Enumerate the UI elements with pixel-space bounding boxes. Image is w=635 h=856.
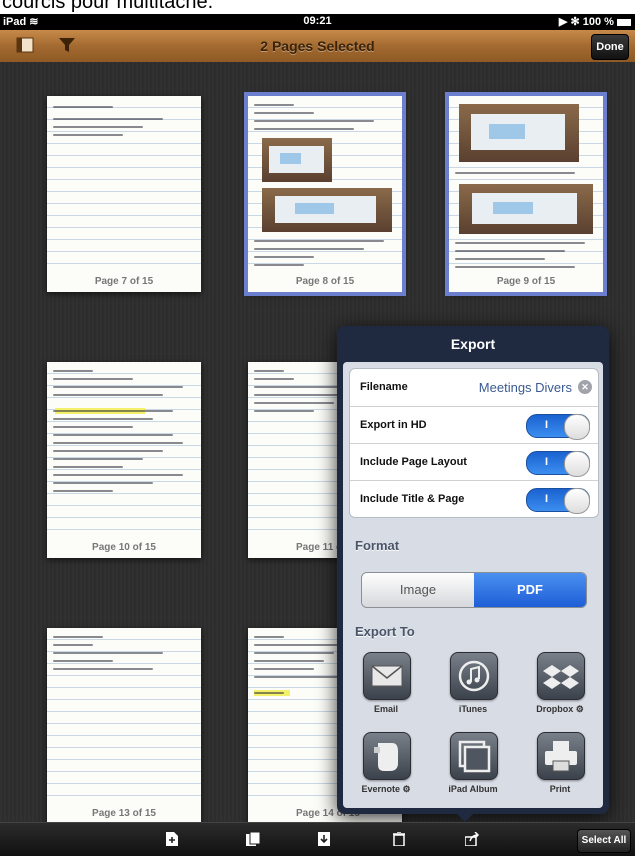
clear-icon[interactable]: ✕	[578, 380, 592, 394]
battery-percent: 100 %	[582, 16, 614, 28]
export-title: Export	[450, 336, 496, 352]
tile-label: Dropbox ⚙	[536, 704, 584, 714]
export-hd-row: Export in HD I	[350, 406, 598, 444]
format-header: Format	[355, 538, 400, 553]
battery-icon	[617, 18, 631, 26]
gear-icon[interactable]: ⚙	[576, 704, 584, 714]
tile-label: iPad Album	[448, 784, 498, 794]
page-label: Page 7 of 15	[47, 275, 201, 288]
done-button[interactable]: Done	[591, 34, 629, 60]
include-title-toggle[interactable]: I	[526, 488, 590, 514]
page-label: Page 8 of 15	[248, 275, 402, 288]
bluetooth-icon: ✻	[570, 16, 580, 28]
export-to-header: Export To	[355, 624, 415, 639]
duplicate-icon[interactable]	[246, 831, 261, 849]
page-thumb-9[interactable]: Page 9 of 15	[449, 96, 603, 292]
popover-arrow	[457, 814, 473, 822]
include-layout-label: Include Page Layout	[360, 456, 467, 468]
tile-label: Print	[549, 784, 571, 794]
tile-label: Email	[373, 704, 398, 714]
page-thumb-13[interactable]: Page 13 of 15	[47, 628, 201, 824]
itunes-icon	[450, 652, 498, 700]
page-photo	[262, 138, 332, 182]
status-time: 09:21	[303, 15, 332, 27]
status-right: ▶ ✻ 100 %	[559, 15, 631, 28]
move-icon[interactable]	[318, 832, 330, 849]
page-thumb-10[interactable]: Page 10 of 15	[47, 362, 201, 558]
status-bar: iPad ≋ 09:21 ▶ ✻ 100 %	[0, 14, 635, 30]
include-title-row: Include Title & Page I	[350, 480, 598, 518]
filename-row[interactable]: Filename Meetings Divers ✕	[350, 369, 598, 406]
export-hd-toggle[interactable]: I	[526, 414, 590, 440]
printer-icon	[537, 732, 585, 780]
format-pdf-option[interactable]: PDF	[474, 573, 586, 607]
top-toolbar: 2 Pages Selected Done	[0, 30, 635, 63]
album-icon	[450, 732, 498, 780]
export-hd-label: Export in HD	[360, 419, 427, 431]
page-photo	[459, 184, 593, 234]
play-icon: ▶	[558, 16, 568, 28]
filename-field[interactable]: Meetings Divers	[479, 380, 572, 395]
include-layout-row: Include Page Layout I	[350, 443, 598, 481]
page-label: Page 9 of 15	[449, 275, 603, 288]
format-image-option[interactable]: Image	[362, 573, 474, 607]
page-label: Page 13 of 15	[47, 807, 201, 820]
add-page-icon[interactable]	[166, 832, 178, 849]
dropbox-icon	[537, 652, 585, 700]
tile-label: iTunes	[458, 704, 488, 714]
caption-strip: courcis pour multitâche.	[0, 0, 635, 14]
page-photo	[262, 188, 392, 232]
share-icon[interactable]	[464, 831, 481, 849]
filename-label: Filename	[360, 381, 408, 393]
page-thumb-7[interactable]: Page 7 of 15	[47, 96, 201, 292]
export-options-group: Filename Meetings Divers ✕ Export in HD …	[349, 368, 599, 518]
include-title-label: Include Title & Page	[360, 493, 465, 505]
page-photo	[459, 104, 579, 162]
gear-icon[interactable]: ⚙	[402, 784, 410, 794]
include-layout-toggle[interactable]: I	[526, 451, 590, 477]
tile-label: Evernote ⚙	[361, 784, 411, 794]
export-body: Filename Meetings Divers ✕ Export in HD …	[343, 362, 603, 808]
bottom-toolbar: Select All	[0, 822, 635, 856]
evernote-icon	[363, 732, 411, 780]
email-icon	[363, 652, 411, 700]
format-segmented-control: Image PDF	[361, 572, 587, 608]
page-thumb-8[interactable]: Page 8 of 15	[248, 96, 402, 292]
trash-icon[interactable]	[393, 831, 405, 849]
caption-text: courcis pour multitâche.	[2, 0, 214, 13]
select-all-button[interactable]: Select All	[577, 829, 631, 853]
page-label: Page 10 of 15	[47, 541, 201, 554]
export-popover: Export Filename Meetings Divers ✕ Export…	[337, 326, 609, 822]
page-title: 2 Pages Selected	[260, 38, 375, 54]
